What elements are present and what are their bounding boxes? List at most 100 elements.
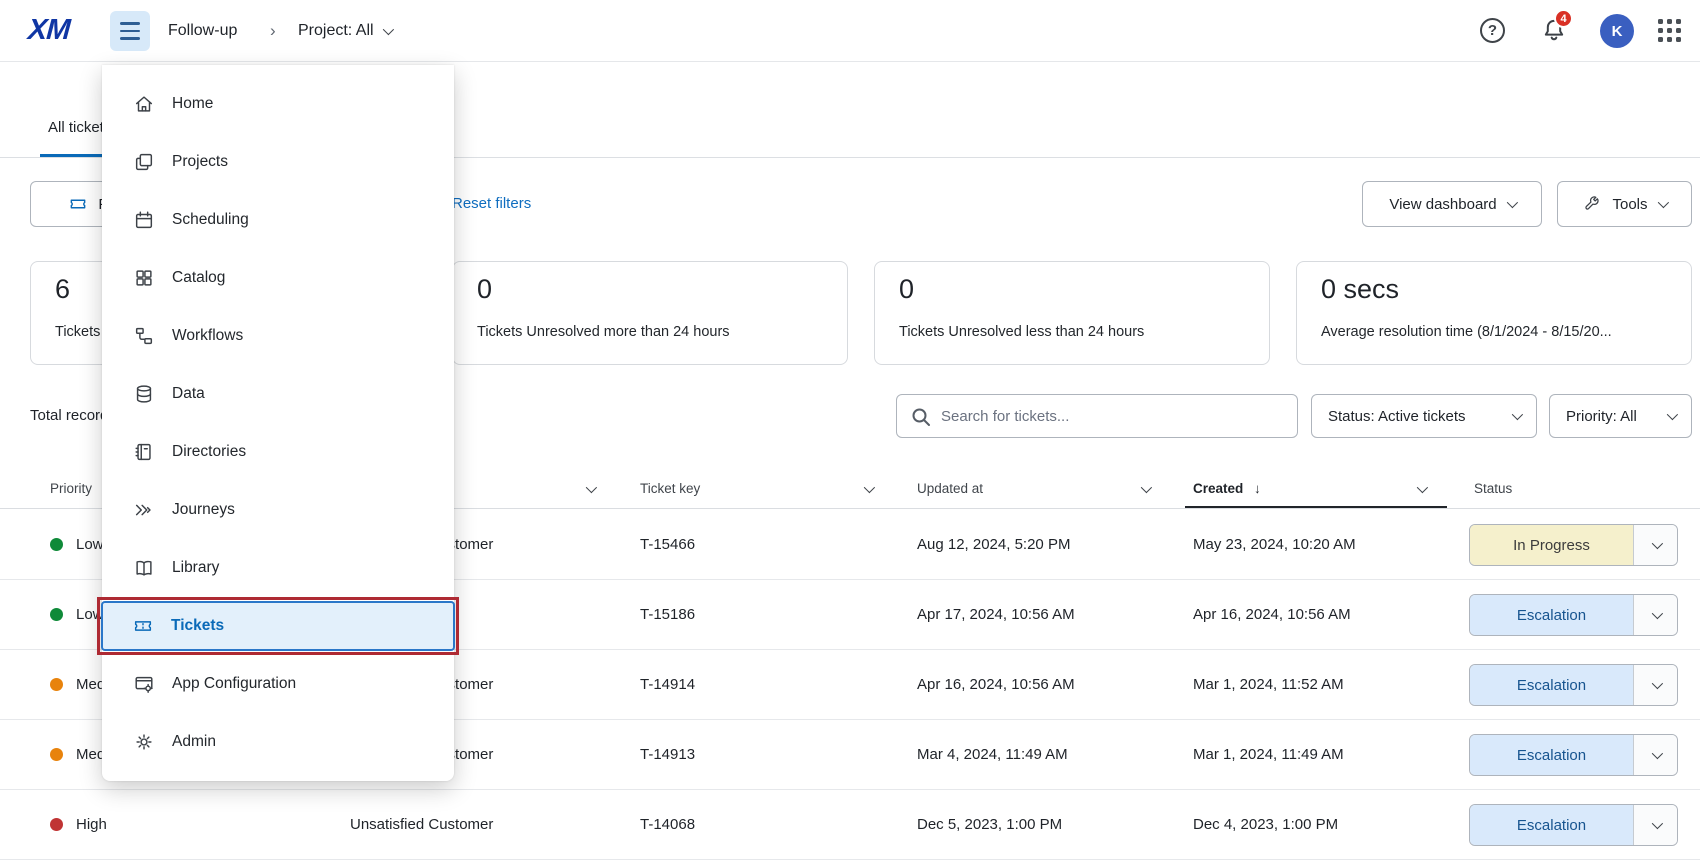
- stat-value: 0: [477, 274, 492, 305]
- menu-item-label: Admin: [172, 733, 216, 751]
- chevron-down-icon: [1657, 197, 1668, 208]
- search-input[interactable]: [941, 395, 1291, 437]
- status-dropdown[interactable]: Escalation: [1469, 734, 1678, 776]
- chevron-down-icon[interactable]: [1417, 482, 1428, 493]
- chevron-down-icon[interactable]: [1633, 805, 1677, 845]
- top-bar: XM Follow-up › Project: All ? 4 K: [0, 0, 1700, 62]
- ticket-key-cell: T-15466: [640, 510, 695, 580]
- updated-at-cell: Apr 16, 2024, 10:56 AM: [917, 650, 1075, 720]
- xm-logo[interactable]: XM: [27, 14, 71, 47]
- chevron-down-icon[interactable]: [864, 482, 875, 493]
- status-badge: Escalation: [1470, 665, 1633, 705]
- hamburger-menu-button[interactable]: [110, 11, 150, 51]
- menu-item-label: Home: [172, 95, 213, 113]
- tools-label: Tools: [1612, 196, 1647, 213]
- column-header-ticket-key[interactable]: Ticket key: [640, 470, 700, 508]
- priority-filter-label: Priority: All: [1566, 408, 1637, 425]
- stat-value: 6: [55, 274, 70, 305]
- search-box: [896, 394, 1298, 438]
- chevron-down-icon[interactable]: [1633, 525, 1677, 565]
- menu-item-directories[interactable]: Directories: [102, 423, 454, 481]
- admin-icon: [132, 730, 156, 754]
- stat-card-less-24h: 0 Tickets Unresolved less than 24 hours: [874, 261, 1270, 365]
- menu-item-app-configuration[interactable]: App Configuration: [102, 655, 454, 713]
- priority-dot: [50, 608, 63, 621]
- search-icon: [909, 405, 933, 429]
- status-dropdown[interactable]: In Progress: [1469, 524, 1678, 566]
- menu-item-home[interactable]: Home: [102, 75, 454, 133]
- catalog-icon: [132, 266, 156, 290]
- menu-item-journeys[interactable]: Journeys: [102, 481, 454, 539]
- priority-cell: Low: [76, 510, 104, 580]
- menu-item-scheduling[interactable]: Scheduling: [102, 191, 454, 249]
- menu-item-label: Projects: [172, 153, 228, 171]
- ticket-key-cell: T-15186: [640, 580, 695, 650]
- menu-item-library[interactable]: Library: [102, 539, 454, 597]
- priority-filter-dropdown[interactable]: Priority: All: [1549, 394, 1692, 438]
- menu-item-projects[interactable]: Projects: [102, 133, 454, 191]
- chevron-down-icon: [1512, 409, 1523, 420]
- created-cell: Mar 1, 2024, 11:49 AM: [1193, 720, 1344, 790]
- updated-at-cell: Mar 4, 2024, 11:49 AM: [917, 720, 1068, 790]
- project-selector-label: Project: All: [298, 22, 374, 40]
- breadcrumb-section: Follow-up: [168, 0, 237, 62]
- view-dashboard-label: View dashboard: [1389, 196, 1496, 213]
- menu-item-data[interactable]: Data: [102, 365, 454, 423]
- chevron-down-icon: [1506, 197, 1517, 208]
- chevron-down-icon[interactable]: [586, 482, 597, 493]
- workflows-icon: [132, 324, 156, 348]
- status-filter-label: Status: Active tickets: [1328, 408, 1466, 425]
- menu-item-label: Workflows: [172, 327, 243, 345]
- status-dropdown[interactable]: Escalation: [1469, 804, 1678, 846]
- avatar[interactable]: K: [1600, 14, 1634, 48]
- chevron-down-icon[interactable]: [1141, 482, 1152, 493]
- project-selector[interactable]: Project: All: [298, 0, 391, 62]
- menu-item-tickets[interactable]: Tickets: [101, 601, 455, 651]
- library-icon: [132, 556, 156, 580]
- notifications-bell-icon[interactable]: 4: [1540, 16, 1570, 46]
- status-dropdown[interactable]: Escalation: [1469, 594, 1678, 636]
- scheduling-icon: [132, 208, 156, 232]
- status-filter-dropdown[interactable]: Status: Active tickets: [1311, 394, 1537, 438]
- menu-item-workflows[interactable]: Workflows: [102, 307, 454, 365]
- column-header-updated-at[interactable]: Updated at: [917, 470, 983, 508]
- menu-item-label: App Configuration: [172, 675, 296, 693]
- column-header-created[interactable]: Created ↓: [1193, 470, 1261, 508]
- created-cell: Mar 1, 2024, 11:52 AM: [1193, 650, 1344, 720]
- menu-item-catalog[interactable]: Catalog: [102, 249, 454, 307]
- home-icon: [132, 92, 156, 116]
- created-cell: Apr 16, 2024, 10:56 AM: [1193, 580, 1351, 650]
- created-cell: May 23, 2024, 10:20 AM: [1193, 510, 1356, 580]
- tools-button[interactable]: Tools: [1557, 181, 1692, 227]
- help-icon[interactable]: ?: [1480, 18, 1505, 43]
- view-dashboard-button[interactable]: View dashboard: [1362, 181, 1542, 227]
- apps-grid-icon[interactable]: [1658, 19, 1682, 43]
- breadcrumb-separator-icon: ›: [270, 0, 276, 62]
- status-badge: Escalation: [1470, 595, 1633, 635]
- status-badge: Escalation: [1470, 735, 1633, 775]
- status-dropdown[interactable]: Escalation: [1469, 664, 1678, 706]
- annotation-highlight-box: Tickets: [97, 597, 459, 655]
- menu-item-admin[interactable]: Admin: [102, 713, 454, 771]
- stat-value: 0 secs: [1321, 274, 1399, 305]
- column-header-priority[interactable]: Priority: [50, 470, 92, 508]
- menu-item-label: Tickets: [171, 617, 224, 635]
- priority-dot: [50, 538, 63, 551]
- menu-item-label: Catalog: [172, 269, 225, 287]
- stat-value: 0: [899, 274, 914, 305]
- journeys-icon: [132, 498, 156, 522]
- menu-item-label: Library: [172, 559, 219, 577]
- ticket-icon: [68, 194, 88, 214]
- created-header-label: Created: [1193, 481, 1243, 496]
- menu-item-label: Directories: [172, 443, 246, 461]
- stat-label: Tickets Unresolved less than 24 hours: [899, 324, 1144, 340]
- chevron-down-icon[interactable]: [1633, 595, 1677, 635]
- chevron-down-icon[interactable]: [1633, 665, 1677, 705]
- global-nav-menu: Home Projects Scheduling Catalog Workflo…: [102, 65, 454, 781]
- menu-item-label: Journeys: [172, 501, 235, 519]
- status-badge: In Progress: [1470, 525, 1633, 565]
- chevron-down-icon[interactable]: [1633, 735, 1677, 775]
- reset-filters-link[interactable]: Reset filters: [452, 181, 531, 227]
- column-header-status: Status: [1474, 470, 1512, 508]
- stat-card-avg-resolution: 0 secs Average resolution time (8/1/2024…: [1296, 261, 1692, 365]
